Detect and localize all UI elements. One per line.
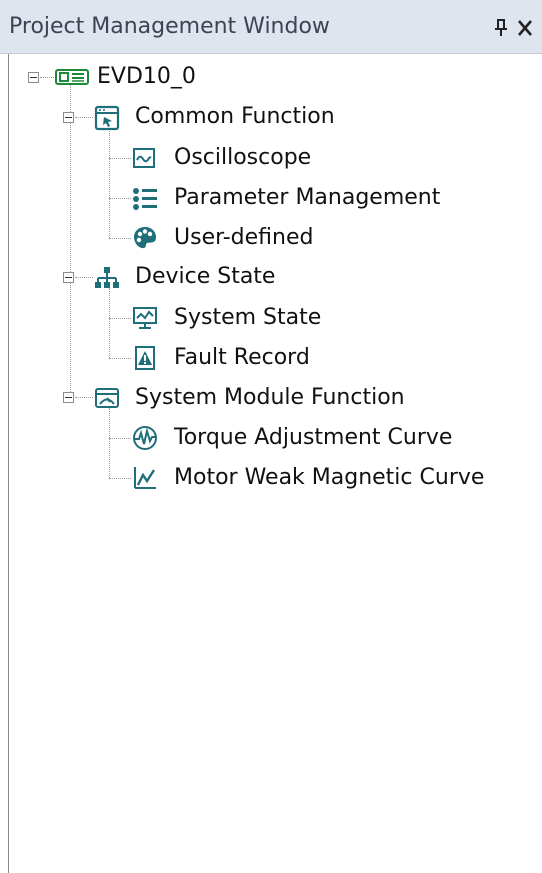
tree-connector [75, 117, 93, 118]
tree-connector [75, 277, 93, 278]
tree-connector [109, 358, 131, 359]
tree-item-system-state[interactable]: System State [174, 305, 321, 331]
tree-connector [109, 408, 110, 478]
tree-item-user-defined[interactable]: User-defined [174, 225, 313, 251]
window-cursor-icon [94, 105, 120, 131]
tree-item-system-module-function[interactable]: System Module Function [135, 385, 405, 411]
module-window-icon [94, 386, 119, 410]
tree-item-parameter-management[interactable]: Parameter Management [174, 185, 440, 211]
project-tree: EVD10_0 Common Function Oscilloscope Par… [0, 0, 542, 873]
tree-item-motor-weak-magnetic-curve[interactable]: Motor Weak Magnetic Curve [174, 465, 484, 491]
tree-connector [109, 238, 131, 239]
tree-connector [109, 128, 110, 238]
tree-connector [70, 84, 71, 400]
device-icon [55, 66, 89, 90]
tree-item-oscilloscope[interactable]: Oscilloscope [174, 145, 311, 171]
tree-item-device-state[interactable]: Device State [135, 264, 275, 290]
tree-item-common-function[interactable]: Common Function [135, 104, 335, 130]
tree-connector [109, 288, 110, 358]
tree-connector [109, 478, 131, 479]
collapse-toggle-device-state[interactable] [63, 272, 74, 283]
tree-connector [75, 397, 93, 398]
tree-connector [109, 318, 131, 319]
collapse-toggle-common-function[interactable] [63, 112, 74, 123]
waveform-icon [132, 146, 156, 170]
tree-connector [109, 198, 131, 199]
line-chart-icon [132, 465, 156, 489]
tree-connector [109, 158, 131, 159]
tree-item-root[interactable]: EVD10_0 [97, 64, 196, 90]
tree-item-fault-record[interactable]: Fault Record [174, 345, 310, 371]
pulse-circle-icon [132, 425, 157, 450]
tree-connector [109, 438, 131, 439]
network-tree-icon [94, 266, 119, 290]
list-icon [132, 186, 157, 210]
tree-connector [40, 77, 54, 78]
collapse-toggle-system-module-function[interactable] [63, 392, 74, 403]
monitor-icon [132, 306, 157, 330]
fault-record-icon [132, 345, 156, 370]
palette-icon [132, 225, 156, 249]
tree-item-torque-adjustment-curve[interactable]: Torque Adjustment Curve [174, 425, 452, 451]
collapse-toggle-root[interactable] [28, 72, 39, 83]
